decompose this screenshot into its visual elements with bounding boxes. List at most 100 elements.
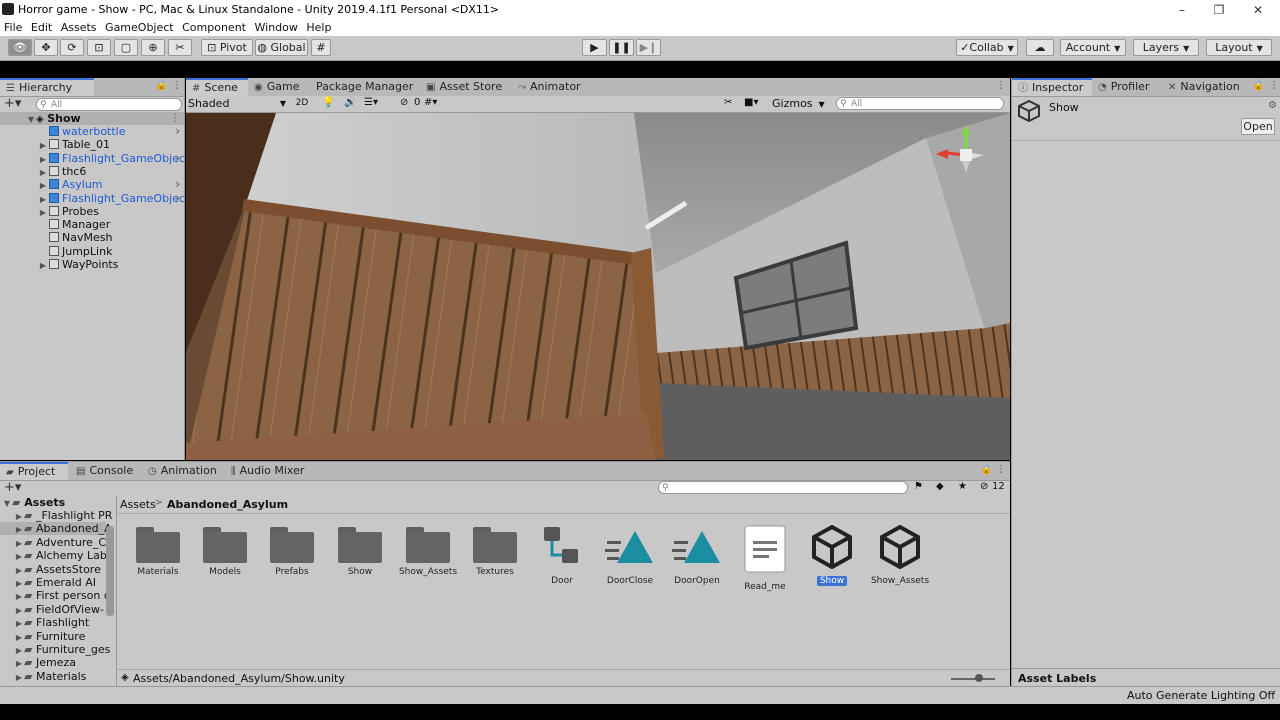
tab-navigation[interactable]: ✕ Navigation [1162, 78, 1246, 96]
transform-tool-button[interactable]: ⊕ [141, 39, 165, 56]
pause-button[interactable]: ❚❚ [609, 39, 634, 56]
tab-inspector[interactable]: ⓘ Inspector [1012, 78, 1092, 96]
hierarchy-item[interactable]: ▶ Asylum › [0, 178, 184, 192]
expand-arrow-icon[interactable]: ▶ [14, 631, 24, 644]
menu-file[interactable]: File [4, 20, 22, 36]
menu-component[interactable]: Component [182, 20, 246, 36]
more-options-icon[interactable]: ⋮ [996, 80, 1006, 91]
expand-arrow-icon[interactable]: ▶ [38, 139, 48, 152]
tree-root-assets[interactable]: ▼ ▰ Assets [0, 496, 116, 509]
camera-icon[interactable]: ■▾ [744, 97, 758, 108]
project-search-input[interactable] [658, 481, 908, 494]
search-by-label-icon[interactable]: ◆ [936, 481, 944, 492]
layers-dropdown[interactable]: Layers ▼ [1133, 39, 1199, 56]
menu-help[interactable]: Help [306, 20, 331, 36]
hierarchy-item[interactable]: ▶ WayPoints [0, 258, 184, 271]
asset-item[interactable]: Show_Assets [396, 525, 460, 577]
asset-item[interactable]: DoorOpen [665, 525, 729, 586]
grid-dropdown-icon[interactable]: #▾ [424, 97, 437, 108]
tab-game[interactable]: ◉ Game [248, 78, 305, 96]
gear-icon[interactable]: ⚙ [1268, 100, 1277, 111]
expand-arrow-icon[interactable]: ▶ [38, 179, 48, 192]
project-tree-item[interactable]: ▶ ▰ Flashlight [0, 616, 106, 629]
hierarchy-item[interactable]: Manager [0, 218, 184, 231]
search-by-type-icon[interactable]: ⚑ [914, 481, 923, 492]
breadcrumb-abandoned-asylum[interactable]: Abandoned_Asylum [167, 498, 288, 511]
expand-arrow-icon[interactable]: ▶ [14, 617, 24, 630]
icon-size-slider[interactable] [951, 678, 995, 680]
move-tool-button[interactable]: ✥ [34, 39, 58, 56]
tab-hierarchy[interactable]: ☰ Hierarchy [0, 78, 94, 96]
hierarchy-item[interactable]: waterbottle › [0, 125, 184, 138]
expand-arrow-icon[interactable]: ▶ [14, 577, 24, 590]
scale-tool-button[interactable]: ⊡ [87, 39, 111, 56]
add-object-button[interactable]: +▾ [4, 96, 21, 111]
tools-icon[interactable]: ✂ [724, 97, 732, 108]
expand-arrow-icon[interactable]: ▶ [14, 550, 24, 563]
hierarchy-item[interactable]: ▶ Table_01 [0, 138, 184, 151]
tab-project[interactable]: ▰ Project [0, 462, 68, 480]
asset-item[interactable]: Materials [126, 525, 190, 577]
expand-arrow-icon[interactable]: ▶ [14, 564, 24, 577]
expand-arrow-icon[interactable]: ▶ [38, 193, 48, 206]
tab-animation[interactable]: ◷ Animation [142, 462, 223, 480]
project-tree-item[interactable]: ▶ ▰ First person c [0, 589, 110, 603]
tree-scrollbar[interactable] [106, 526, 114, 616]
lock-icon[interactable]: 🔒 [1252, 80, 1264, 91]
hidden-objects-icon[interactable]: ⊘ [400, 97, 408, 108]
expand-arrow-icon[interactable]: ▶ [14, 644, 24, 657]
hierarchy-item[interactable]: ▶ Flashlight_GameObjec › [0, 191, 185, 206]
expand-arrow-icon[interactable]: ▶ [38, 166, 48, 179]
project-tree-item[interactable]: ▶ ▰ Furniture_ges [0, 643, 110, 657]
expand-arrow-icon[interactable]: ▶ [38, 153, 48, 166]
open-prefab-chevron-icon[interactable]: › [175, 191, 180, 205]
scene-search-input[interactable]: All [836, 97, 1004, 110]
close-button[interactable]: ✕ [1238, 0, 1278, 20]
asset-item[interactable]: Prefabs [260, 525, 324, 577]
project-tree-item[interactable]: ▶ ▰ Alchemy Lab [0, 549, 107, 563]
tab-scene[interactable]: # Scene [186, 78, 248, 96]
lighting-icon[interactable]: 💡 [322, 97, 334, 108]
asset-item[interactable]: DoorClose [598, 525, 662, 586]
layout-dropdown[interactable]: Layout ▼ [1206, 39, 1272, 56]
step-button[interactable]: ▶❙ [636, 39, 661, 56]
icon-size-slider-handle[interactable] [975, 674, 983, 682]
project-tree-item[interactable]: ▶ ▰ Abandoned_A [0, 522, 112, 536]
global-toggle[interactable]: ◍ Global [255, 39, 308, 56]
2d-toggle[interactable]: 2D [292, 97, 312, 110]
hierarchy-item[interactable]: JumpLink [0, 245, 184, 258]
scene-viewport[interactable] [186, 113, 1010, 460]
effects-icon[interactable]: ☰▾ [364, 97, 378, 108]
project-tree-item[interactable]: ▶ ▰ Adventure_Ch [0, 536, 113, 550]
expand-arrow-icon[interactable]: ▶ [14, 590, 24, 603]
lock-icon[interactable]: 🔒 [980, 464, 992, 475]
lock-icon[interactable]: 🔒 [155, 80, 167, 91]
asset-item[interactable]: Read_me [733, 525, 797, 592]
project-tree-item[interactable]: ▶ ▰ Emerald AI [0, 576, 106, 589]
gizmos-dropdown[interactable]: Gizmos ▼ [772, 97, 825, 110]
tab-profiler[interactable]: ◔ Profiler [1092, 78, 1155, 96]
asset-item[interactable]: Models [193, 525, 257, 577]
menu-window[interactable]: Window [255, 20, 298, 36]
favorite-star-icon[interactable]: ★ [958, 481, 967, 492]
expand-arrow-icon[interactable]: ▶ [14, 657, 24, 670]
hierarchy-item[interactable]: ▶ Flashlight_GameObjec › [0, 151, 185, 166]
expand-arrow-icon[interactable]: ▶ [38, 259, 48, 272]
open-prefab-chevron-icon[interactable]: › [175, 151, 180, 165]
audio-icon[interactable]: 🔊 [344, 97, 356, 108]
tab-animator[interactable]: ⤳ Animator [512, 78, 587, 96]
menu-assets[interactable]: Assets [61, 20, 97, 36]
tab-audio-mixer[interactable]: ⫼ Audio Mixer [225, 462, 310, 480]
grid-snap-button[interactable]: # [311, 39, 331, 56]
cloud-button[interactable]: ☁ [1026, 39, 1054, 56]
expand-arrow-icon[interactable]: ▶ [14, 604, 24, 617]
expand-arrow-icon[interactable]: ▶ [14, 537, 24, 550]
shading-mode-dropdown[interactable]: Shaded ▼ [188, 97, 288, 110]
hierarchy-item[interactable]: ▶ Probes [0, 205, 184, 218]
project-tree-item[interactable]: ▶ ▰ _Flashlight PR [0, 509, 113, 522]
asset-item[interactable]: Show [800, 524, 864, 586]
project-tree-item[interactable]: ▶ ▰ Furniture [0, 630, 106, 643]
open-prefab-chevron-icon[interactable]: › [175, 178, 180, 191]
more-options-icon[interactable]: ⋮ [996, 464, 1006, 475]
open-prefab-chevron-icon[interactable]: › [175, 125, 180, 138]
